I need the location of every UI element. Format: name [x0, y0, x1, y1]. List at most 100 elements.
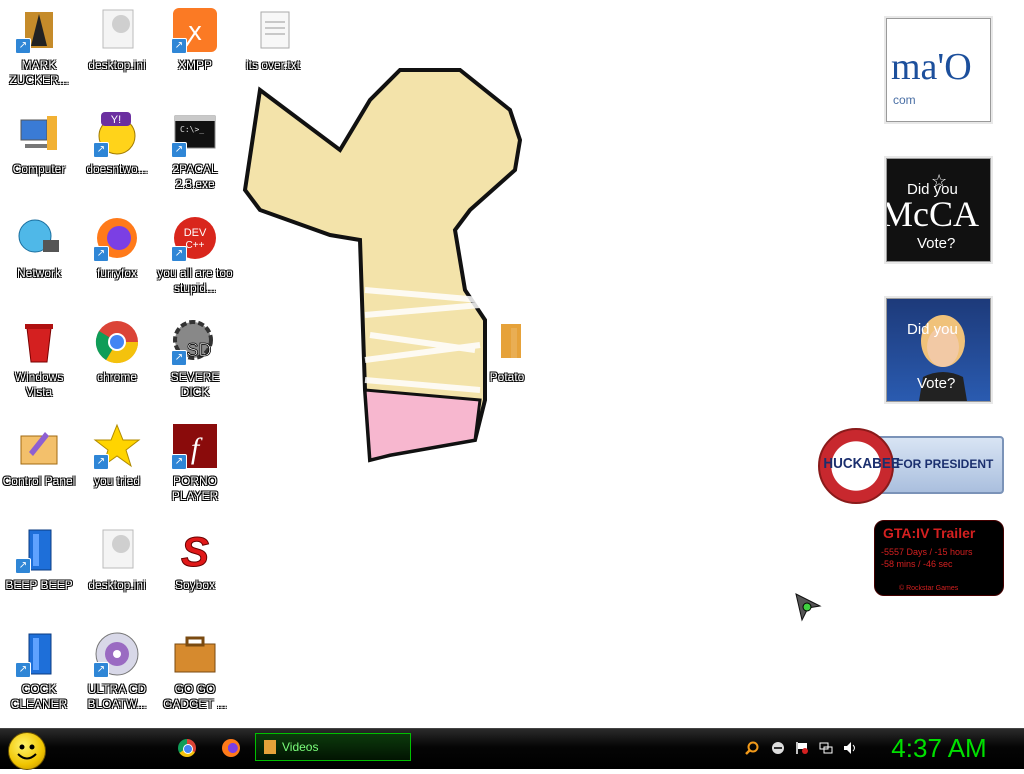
text-file-icon: [249, 6, 297, 54]
gadget-gta[interactable]: GTA:IV Trailer -5557 Days / -15 hours -5…: [874, 520, 1004, 596]
taskbar-window-label: Videos: [282, 740, 319, 754]
gadget-mccain-big: McCA: [886, 194, 979, 234]
network-status-icon[interactable]: [819, 741, 833, 755]
desktop-icon-label: Soybox: [174, 578, 216, 592]
desktop-icon-label: Potato: [489, 370, 525, 384]
desktop-icon-label: BEEP BEEP: [5, 578, 73, 592]
desktop-icon-label: you tried: [93, 474, 141, 488]
desktop-icon-windows-vista[interactable]: Windows Vista: [0, 318, 78, 418]
volume-icon[interactable]: [843, 741, 857, 755]
desktop-icon-label: doesntwo...: [86, 162, 148, 176]
desktop-icon-soybox[interactable]: S Soybox: [156, 526, 234, 626]
desktop-icon-its-over[interactable]: its over.txt: [234, 6, 312, 106]
desktop-icon-label: XMPP: [177, 58, 212, 72]
desktop-icon-2pacal[interactable]: C:\>_ ↗ 2PACAL 2.3.exe: [156, 110, 234, 210]
gadget-mao[interactable]: ma'O com: [886, 18, 991, 122]
huckabee-name: HUCKABEE: [823, 455, 900, 472]
soybox-s-icon: S: [171, 526, 219, 576]
shortcut-arrow-icon: ↗: [171, 38, 187, 54]
shortcut-arrow-icon: ↗: [93, 142, 109, 158]
desktop-icon-potato[interactable]: Potato: [468, 318, 546, 418]
shortcut-arrow-icon: ↗: [93, 246, 109, 262]
desktop-icon-ultra-cd[interactable]: ↗ ULTRA CD BLOATW...: [78, 630, 156, 730]
shortcut-arrow-icon: ↗: [171, 350, 187, 366]
star-icon: ☆: [931, 171, 948, 191]
desktop-icon-label: desktop.ini: [88, 578, 146, 592]
svg-text:SD: SD: [186, 340, 211, 360]
desktop-icon-label: 2PACAL 2.3.exe: [172, 162, 218, 191]
desktop-icon-label: PORNO PLAYER: [171, 474, 219, 503]
desktop-icon-chrome[interactable]: chrome: [78, 318, 156, 418]
desktop-icon-severe-dick[interactable]: SD ↗ SEVERE DICK: [156, 318, 234, 418]
gta-title: GTA:IV Trailer: [883, 525, 976, 541]
quicklaunch-chrome-icon[interactable]: [178, 739, 196, 757]
huckabee-suffix: FOR PRESIDENT: [896, 457, 994, 471]
desktop-icon-desktop-ini-2[interactable]: desktop.ini: [78, 526, 156, 626]
gta-footer: © Rockstar Games: [899, 585, 959, 592]
console-icon: C:\>_ ↗: [171, 110, 219, 158]
gadget-mao-small-text: com: [893, 93, 916, 107]
shortcut-arrow-icon: ↗: [93, 454, 109, 470]
recycle-bin-icon: [15, 318, 63, 366]
gta-line1: -5557 Days / -15 hours: [881, 547, 973, 557]
yahoo-messenger-icon: Y! ↗: [93, 110, 141, 158]
search-icon[interactable]: [745, 741, 759, 755]
desktop-icon-network[interactable]: Network: [0, 214, 78, 314]
desktop-icon-label: its over.txt: [245, 58, 301, 72]
desktop-icon-label: desktop.ini: [88, 58, 146, 72]
gta-line2: -58 mins / -46 sec: [881, 559, 953, 569]
desktop-icon-label: furryfox: [96, 266, 137, 280]
desktop-icon-label: Control Panel: [2, 474, 76, 488]
gadget-hillary[interactable]: Did you Vote?: [886, 298, 991, 402]
gadget-mao-big-text: ma'O: [891, 46, 972, 88]
svg-text:C++: C++: [186, 240, 205, 251]
desktop-icon-label: Computer: [12, 162, 66, 176]
start-button[interactable]: [8, 732, 46, 770]
briefcase-icon: [171, 630, 219, 678]
folder-icon: [264, 740, 276, 754]
taskbar: Videos 4:37 AM: [0, 728, 1024, 770]
gadget-huckabee[interactable]: HUCKABEE FOR PRESIDENT: [818, 428, 1004, 504]
settings-file-icon: [93, 526, 141, 574]
desktop-icon-beep-beep[interactable]: ↗ BEEP BEEP: [0, 526, 78, 626]
mouse-cursor-icon: [795, 593, 822, 622]
chrome-icon: [93, 318, 141, 366]
desktop-icon-label: you all are too stupid...: [157, 266, 233, 295]
taskbar-window-videos[interactable]: Videos: [255, 733, 411, 761]
settings-file-icon: [93, 6, 141, 54]
shortcut-arrow-icon: ↗: [171, 142, 187, 158]
cd-disc-icon: ↗: [93, 630, 141, 678]
desktop-icon-label: chrome: [96, 370, 137, 384]
firefox-icon: ↗: [93, 214, 141, 262]
gadget-hillary-line1: Did you: [907, 321, 958, 338]
desktop-icon-label: COCK CLEANER: [10, 682, 68, 711]
desktop-icon-you-all-are-too-stupid[interactable]: DEV C++ ↗ you all are too stupid...: [156, 214, 234, 314]
desktop-icon-you-tried[interactable]: ↗ you tried: [78, 422, 156, 522]
xampp-icon: ꭗ ↗: [171, 6, 219, 54]
dev-cpp-icon: DEV C++ ↗: [171, 214, 219, 262]
desktop-icon-doesntwo[interactable]: Y! ↗ doesntwo...: [78, 110, 156, 210]
desktop-icon-xmpp[interactable]: ꭗ ↗ XMPP: [156, 6, 234, 106]
blue-box-icon: ↗: [15, 630, 63, 678]
desktop-icon-label: GO GO GADGET ...: [163, 682, 227, 711]
mark-zucker-icon: ↗: [15, 6, 63, 54]
desktop-icon-cock-cleaner[interactable]: ↗ COCK CLEANER: [0, 630, 78, 730]
shortcut-arrow-icon: ↗: [15, 558, 31, 574]
gadget-mccain[interactable]: Did you ☆ McCA Vote?: [886, 158, 991, 262]
desktop-icon-furryfox[interactable]: ↗ furryfox: [78, 214, 156, 314]
action-center-flag-icon[interactable]: [795, 741, 809, 755]
desktop-icon-mark-zucker[interactable]: ↗ MARK ZUCKER...: [0, 6, 78, 106]
taskbar-clock[interactable]: 4:37 AM: [884, 733, 994, 764]
messenger-status-icon[interactable]: [771, 741, 785, 755]
computer-icon: [15, 110, 63, 158]
desktop-icon-computer[interactable]: Computer: [0, 110, 78, 210]
gadget-mccain-line2: Vote?: [917, 235, 956, 252]
desktop-icon-go-go-gadget[interactable]: GO GO GADGET ...: [156, 630, 234, 730]
network-globe-icon: [15, 214, 63, 262]
desktop-icon-control-panel[interactable]: Control Panel: [0, 422, 78, 522]
desktop-icon-label: MARK ZUCKER...: [9, 58, 69, 87]
desktop-icon-desktop-ini-1[interactable]: desktop.ini: [78, 6, 156, 106]
quicklaunch-firefox-icon[interactable]: [222, 739, 240, 757]
gadget-hillary-line2: Vote?: [917, 375, 956, 392]
desktop-icon-porno-player[interactable]: f ↗ PORNO PLAYER: [156, 422, 234, 522]
